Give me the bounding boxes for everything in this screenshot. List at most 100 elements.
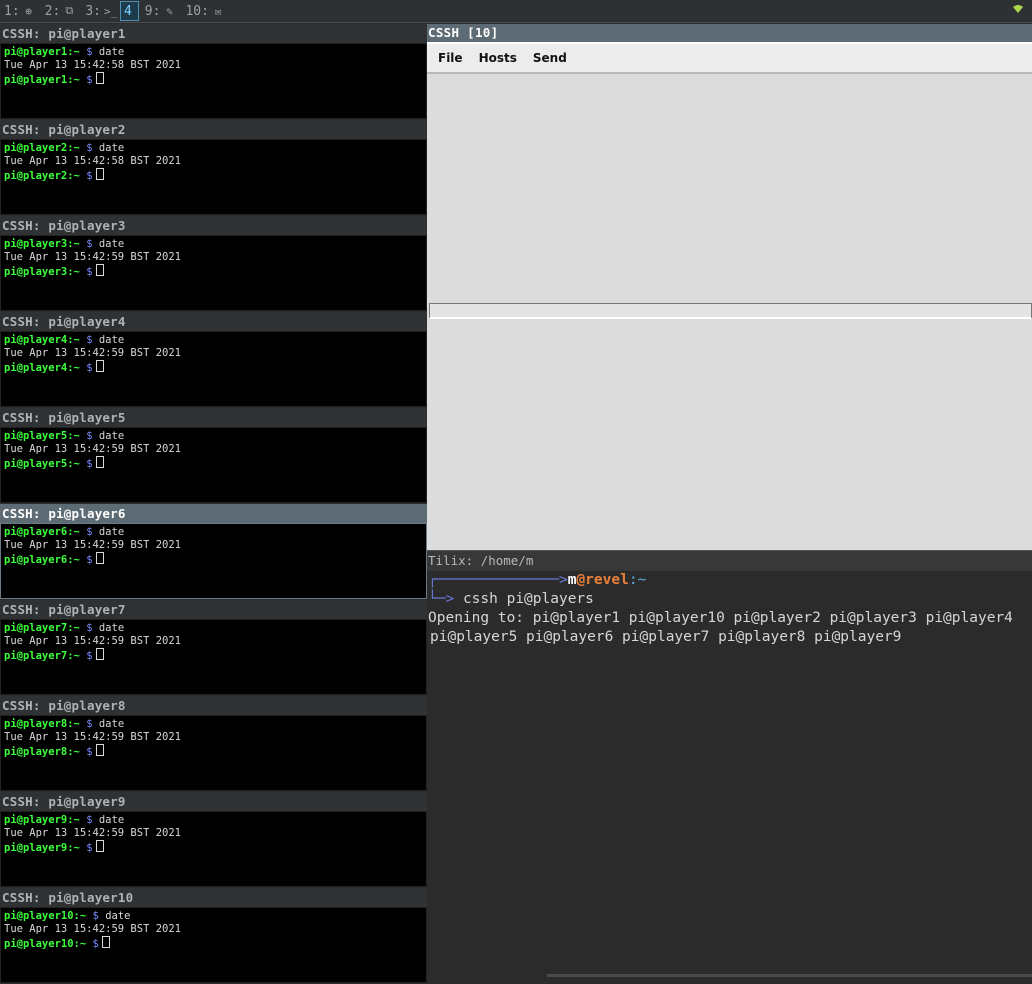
- command-output: Tue Apr 13 15:42:58 BST 2021: [4, 155, 182, 167]
- command-line: pi@player2:~ $ date: [4, 142, 125, 154]
- workspace-9[interactable]: 9: ✎: [145, 2, 176, 20]
- tilix-prompt-line: ┌──────────────>m@revel:~: [428, 571, 1032, 590]
- cssh-terminal-9[interactable]: CSSH: pi@player9 pi@player9:~ $ date Tue A…: [0, 792, 427, 888]
- prompt-line: pi@player2:~ $: [4, 168, 426, 183]
- terminal-body[interactable]: pi@player10:~ $ date Tue Apr 13 15:42:59 …: [0, 907, 427, 983]
- terminal-icon: >_: [103, 4, 118, 18]
- cursor: [95, 744, 104, 756]
- command-line: pi@player8:~ $ date: [4, 718, 125, 730]
- command-line: pi@player6:~ $ date: [4, 526, 125, 538]
- prompt-host: @revel: [576, 572, 629, 588]
- command-output: Tue Apr 13 15:42:59 BST 2021: [4, 923, 182, 935]
- terminal-title[interactable]: CSSH: pi@player4: [0, 312, 427, 331]
- workspace-1[interactable]: 1: ⊕: [4, 2, 35, 20]
- prompt-line: pi@player1:~ $: [4, 72, 426, 87]
- terminal-title[interactable]: CSSH: pi@player3: [0, 216, 427, 235]
- cursor: [95, 264, 104, 276]
- terminal-title[interactable]: CSSH: pi@player6: [0, 504, 427, 523]
- cssh-terminal-1[interactable]: CSSH: pi@player1 pi@player1:~ $ date Tue A…: [0, 24, 427, 120]
- command-output: Tue Apr 13 15:42:59 BST 2021: [4, 635, 182, 647]
- cursor: [95, 648, 104, 660]
- cssh-control-window: CSSH [10] File Hosts Send: [427, 24, 1032, 550]
- command-line: pi@player7:~ $ date: [4, 622, 125, 634]
- globe-icon: ⊕: [25, 4, 32, 18]
- prompt-line: pi@player8:~ $: [4, 744, 426, 759]
- prompt-line: pi@player6:~ $: [4, 552, 426, 567]
- command-line: pi@player5:~ $ date: [4, 430, 125, 442]
- terminal-body[interactable]: pi@player4:~ $ date Tue Apr 13 15:42:59 B…: [0, 331, 427, 407]
- command-output: Tue Apr 13 15:42:59 BST 2021: [4, 251, 182, 263]
- cssh-terminal-3[interactable]: CSSH: pi@player3 pi@player3:~ $ date Tue A…: [0, 216, 427, 312]
- tilix-output: ┌──────────────>m@revel:~ └─> cssh pi@pl…: [427, 571, 1032, 647]
- command-line: pi@player4:~ $ date: [4, 334, 125, 346]
- terminal-body[interactable]: pi@player3:~ $ date Tue Apr 13 15:42:59 B…: [0, 235, 427, 311]
- command-output: Tue Apr 13 15:42:58 BST 2021: [4, 59, 182, 71]
- workspace-10[interactable]: 10: ✉: [185, 2, 223, 20]
- cursor: [95, 72, 104, 84]
- cursor: [95, 552, 104, 564]
- prompt-line: pi@player3:~ $: [4, 264, 426, 279]
- tilix-command-line: └─> cssh pi@players: [428, 590, 1032, 609]
- command-output: Tue Apr 13 15:42:59 BST 2021: [4, 539, 182, 551]
- tilix-command: cssh pi@players: [462, 591, 594, 607]
- cssh-terminal-5[interactable]: CSSH: pi@player5 pi@player5:~ $ date Tue A…: [0, 408, 427, 504]
- cssh-terminal-4[interactable]: CSSH: pi@player4 pi@player4:~ $ date Tue A…: [0, 312, 427, 408]
- pencil-icon: ✎: [166, 4, 173, 18]
- terminal-body[interactable]: pi@player9:~ $ date Tue Apr 13 15:42:59 B…: [0, 811, 427, 887]
- cssh-window-title[interactable]: CSSH [10]: [427, 24, 1032, 42]
- prompt-line: pi@player4:~ $: [4, 360, 426, 375]
- cssh-terminal-8[interactable]: CSSH: pi@player8 pi@player8:~ $ date Tue A…: [0, 696, 427, 792]
- prompt-line: pi@player10:~ $: [4, 936, 426, 951]
- tilix-title: Tilix: /home/m: [427, 550, 1032, 571]
- cssh-terminal-7[interactable]: CSSH: pi@player7 pi@player7:~ $ date Tue A…: [0, 600, 427, 696]
- workspace-4-active[interactable]: 4: [119, 1, 139, 21]
- prompt-line: pi@player5:~ $: [4, 456, 426, 471]
- menu-send[interactable]: Send: [533, 51, 567, 65]
- terminal-body[interactable]: pi@player8:~ $ date Tue Apr 13 15:42:59 B…: [0, 715, 427, 791]
- command-output: Tue Apr 13 15:42:59 BST 2021: [4, 731, 182, 743]
- cursor: [95, 168, 104, 180]
- cursor: [95, 360, 104, 372]
- cssh-terminal-column: CSSH: pi@player1 pi@player1:~ $ date Tue A…: [0, 24, 427, 983]
- terminal-body[interactable]: pi@player1:~ $ date Tue Apr 13 15:42:58 B…: [0, 43, 427, 119]
- cursor: [95, 456, 104, 468]
- terminal-title[interactable]: CSSH: pi@player1: [0, 24, 427, 43]
- cssh-menubar: File Hosts Send: [427, 42, 1032, 74]
- terminal-body[interactable]: pi@player6:~ $ date Tue Apr 13 15:42:59 B…: [0, 523, 427, 599]
- command-line: pi@player3:~ $ date: [4, 238, 125, 250]
- terminal-title[interactable]: CSSH: pi@player10: [0, 888, 427, 907]
- terminal-title[interactable]: CSSH: pi@player5: [0, 408, 427, 427]
- terminal-body[interactable]: pi@player5:~ $ date Tue Apr 13 15:42:59 B…: [0, 427, 427, 503]
- cssh-terminal-2[interactable]: CSSH: pi@player2 pi@player2:~ $ date Tue A…: [0, 120, 427, 216]
- menu-file[interactable]: File: [438, 51, 463, 65]
- command-output: Tue Apr 13 15:42:59 BST 2021: [4, 443, 182, 455]
- prompt-arrow-top: ┌──────────────>: [428, 572, 568, 588]
- mail-icon: ✉: [214, 4, 222, 18]
- terminal-title[interactable]: CSSH: pi@player8: [0, 696, 427, 715]
- terminal-body[interactable]: pi@player2:~ $ date Tue Apr 13 15:42:58 B…: [0, 139, 427, 215]
- terminal-title[interactable]: CSSH: pi@player9: [0, 792, 427, 811]
- workspace-3[interactable]: 3: >_: [85, 2, 118, 20]
- menu-hosts[interactable]: Hosts: [479, 51, 517, 65]
- command-output: Tue Apr 13 15:42:59 BST 2021: [4, 347, 182, 359]
- terminal-title[interactable]: CSSH: pi@player2: [0, 120, 427, 139]
- prompt-line: pi@player7:~ $: [4, 648, 426, 663]
- terminal-title[interactable]: CSSH: pi@player7: [0, 600, 427, 619]
- command-line: pi@player1:~ $ date: [4, 46, 125, 58]
- workspace-2[interactable]: 2: ⧉: [45, 2, 76, 20]
- tilix-output-line-2: pi@player5 pi@player6 pi@player7 pi@play…: [430, 629, 902, 645]
- tilix-terminal[interactable]: Tilix: /home/m ┌──────────────>m@revel:~…: [427, 550, 1032, 977]
- tilix-output-line-1: Opening to: pi@player1 pi@player10 pi@pl…: [428, 610, 1013, 626]
- command-output: Tue Apr 13 15:42:59 BST 2021: [4, 827, 182, 839]
- prompt-arrow-bottom: └─>: [428, 591, 455, 607]
- windows-icon: ⧉: [65, 4, 74, 17]
- command-line: pi@player10:~ $ date: [4, 910, 131, 922]
- cursor: [101, 936, 110, 948]
- cssh-terminal-10[interactable]: CSSH: pi@player10 pi@player10:~ $ date Tue…: [0, 888, 427, 984]
- divider: [0, 22, 1032, 23]
- cssh-command-input[interactable]: [429, 303, 1032, 319]
- cssh-terminal-6[interactable]: CSSH: pi@player6 pi@player6:~ $ date Tue A…: [0, 504, 427, 600]
- terminal-body[interactable]: pi@player7:~ $ date Tue Apr 13 15:42:59 B…: [0, 619, 427, 695]
- cursor: [95, 840, 104, 852]
- prompt-path: :~: [628, 572, 647, 588]
